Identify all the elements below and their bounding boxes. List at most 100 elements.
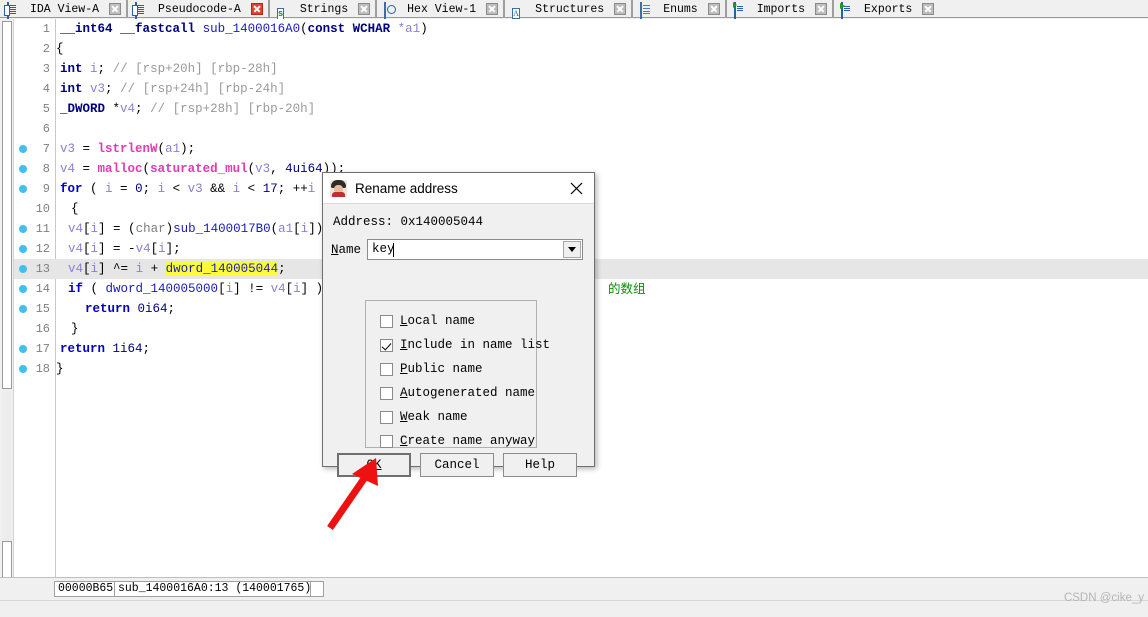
line-number: 10 — [35, 202, 50, 216]
token-call-sub: sub_1400017B0 — [173, 222, 271, 236]
tab-enums[interactable]: Enums — [635, 1, 723, 21]
document-icon — [135, 1, 148, 21]
tab-close-icon[interactable] — [250, 3, 263, 15]
tabgroup-2: Pseudocode-A — [128, 0, 270, 21]
tab-close-icon[interactable] — [109, 3, 122, 15]
tab-label: Pseudocode-A — [158, 2, 241, 16]
line-text: _DWORD *v4; // [rsp+28h] [rbp-20h] — [60, 102, 316, 116]
token-cast-char: char — [135, 222, 166, 236]
tab-ida-view-a[interactable]: IDA View-A — [2, 1, 124, 21]
line-number: 12 — [35, 242, 50, 256]
checkbox-local-name[interactable]: Local name — [380, 313, 475, 329]
rename-person-icon — [330, 179, 347, 197]
token-number: 1i64 — [112, 342, 143, 356]
scrollbar-track-upper[interactable] — [2, 21, 12, 389]
tab-imports[interactable]: Imports — [729, 1, 830, 21]
tabgroup-4: Hex View-1 — [377, 0, 506, 21]
token-int: int — [60, 62, 83, 76]
token-var-i: i — [90, 62, 98, 76]
checkbox-include-in-name-list[interactable]: Include in name list — [380, 337, 550, 353]
tab-close-icon[interactable] — [614, 3, 627, 15]
token-arg-a1: a1 — [165, 142, 181, 156]
token-if: if — [68, 282, 84, 296]
token-call-lstrlenw: lstrlenW — [97, 142, 158, 156]
checkbox-box[interactable] — [380, 362, 393, 376]
checkbox-box[interactable] — [380, 434, 393, 448]
checkbox-box[interactable] — [380, 386, 393, 400]
code-line[interactable]: 3 int i; // [rsp+20h] [rbp-28h] — [14, 59, 1148, 79]
line-number: 14 — [35, 282, 50, 296]
token-highlighted-dword[interactable]: dword_140005044 — [165, 262, 279, 276]
checkbox-create-name-anyway[interactable]: Create name anyway — [380, 433, 535, 449]
tab-close-icon[interactable] — [358, 3, 371, 15]
tab-exports[interactable]: Exports — [836, 1, 937, 21]
address-label: Address: 0x140005044 — [333, 215, 484, 229]
line-number: 17 — [35, 342, 50, 356]
status-divider — [0, 600, 1148, 601]
tab-close-icon[interactable] — [922, 3, 935, 15]
code-line[interactable]: 7 v3 = lstrlenW(a1); — [14, 139, 1148, 159]
tab-close-icon[interactable] — [707, 3, 720, 15]
strings-icon: s — [276, 7, 285, 20]
checkbox-box[interactable] — [380, 338, 393, 352]
code-line[interactable]: 4 int v3; // [rsp+24h] [rbp-24h] — [14, 79, 1148, 99]
checkbox-label: Local name — [400, 314, 476, 328]
token-var-v3: v3 — [60, 142, 76, 156]
name-input-combobox[interactable]: key — [367, 239, 583, 260]
token-var-v4: v4 — [68, 222, 84, 236]
code-line[interactable]: 2 { — [14, 39, 1148, 59]
line-number: 9 — [42, 182, 50, 196]
name-accel: N — [331, 243, 339, 257]
token-call-malloc: malloc — [97, 162, 143, 176]
token-number: 0i64 — [137, 302, 168, 316]
token-var-v4: v4 — [120, 102, 136, 116]
code-line[interactable]: 6 — [14, 119, 1148, 139]
line-number: 3 — [42, 62, 50, 76]
tab-structures[interactable]: A Structures — [507, 1, 629, 19]
tab-pseudocode-a[interactable]: Pseudocode-A — [130, 1, 266, 21]
checkbox-box[interactable] — [380, 314, 393, 328]
hex-view-icon — [384, 1, 397, 21]
help-button[interactable]: Help — [503, 453, 577, 477]
tab-close-icon[interactable] — [815, 3, 828, 15]
token-comment: // [rsp+24h] [rbp-24h] — [120, 82, 286, 96]
left-scrollbar-strip[interactable] — [0, 19, 14, 597]
view-tabbar: IDA View-A Pseudocode-A s Strings Hex Vi… — [0, 0, 1148, 21]
checkbox-label: Include in name list — [400, 338, 551, 352]
chevron-down-icon[interactable] — [563, 241, 581, 258]
name-label-rest: ame — [338, 243, 362, 257]
rename-address-dialog[interactable]: Rename address Address: 0x140005044 Name… — [322, 172, 595, 477]
line-text: v4[i] ^= i + dword_140005044; — [68, 262, 286, 276]
line-number: 7 — [42, 142, 50, 156]
line-number: 8 — [42, 162, 50, 176]
line-text: v3 = lstrlenW(a1); — [60, 142, 196, 156]
status-extra — [310, 581, 324, 597]
enums-icon — [640, 1, 653, 21]
cancel-button[interactable]: Cancel — [420, 453, 494, 477]
imports-icon — [733, 1, 747, 21]
checkbox-public-name[interactable]: Public name — [380, 361, 483, 377]
ok-button[interactable]: OK — [337, 453, 411, 477]
checkbox-box[interactable] — [380, 410, 393, 424]
dialog-title: Rename address — [355, 180, 458, 196]
line-text: } — [56, 322, 79, 336]
line-number: 1 — [42, 22, 50, 36]
tab-label: Exports — [864, 2, 913, 16]
line-text: v4[i] = -v4[i]; — [68, 242, 181, 256]
line-number: 5 — [42, 102, 50, 116]
checkbox-weak-name[interactable]: Weak name — [380, 409, 468, 425]
code-line[interactable]: 5 _DWORD *v4; // [rsp+28h] [rbp-20h] — [14, 99, 1148, 119]
line-number: 2 — [42, 42, 50, 56]
ok-label: OK — [366, 458, 382, 472]
tab-strings[interactable]: s Strings — [272, 1, 373, 20]
code-line[interactable]: 1 __int64 __fastcall sub_1400016A0(const… — [14, 19, 1148, 39]
tab-hex-view-1[interactable]: Hex View-1 — [379, 1, 501, 21]
tab-label: Structures — [535, 2, 605, 16]
scrollbar-track-mid[interactable] — [2, 391, 12, 541]
tab-close-icon[interactable] — [486, 3, 499, 15]
status-location: sub_1400016A0:13 (140001765) — [114, 581, 316, 597]
checkbox-autogenerated-name[interactable]: Autogenerated name — [380, 385, 535, 401]
checkbox-label: Autogenerated name — [400, 386, 536, 400]
token-var-v4: v4 — [68, 242, 84, 256]
close-icon[interactable] — [558, 173, 594, 203]
